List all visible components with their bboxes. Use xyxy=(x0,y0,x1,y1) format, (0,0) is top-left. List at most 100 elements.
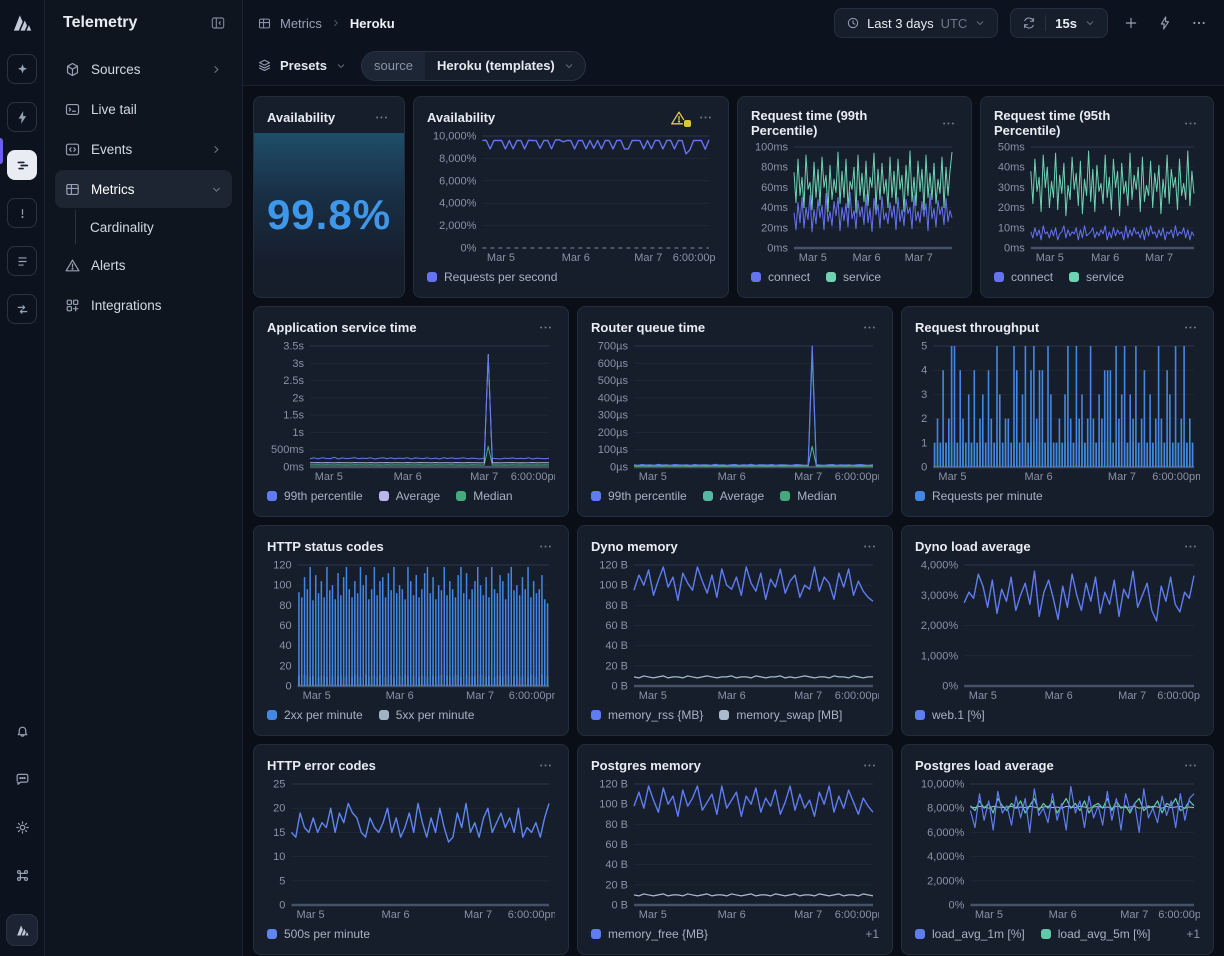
card-menu-button[interactable] xyxy=(860,318,879,337)
rail-item-shortcuts[interactable] xyxy=(7,860,37,890)
legend-label: Average xyxy=(720,489,764,503)
legend-item-99th-percentile[interactable]: 99th percentile xyxy=(267,489,363,503)
legend-item-service[interactable]: service xyxy=(826,270,881,284)
card-menu-button[interactable] xyxy=(696,108,715,127)
rail-item-flows[interactable] xyxy=(7,294,37,324)
legend-item-average[interactable]: Average xyxy=(379,489,440,503)
svg-text:50ms: 50ms xyxy=(998,142,1025,154)
svg-text:3: 3 xyxy=(921,389,927,401)
source-selector[interactable]: source Heroku (templates) xyxy=(361,51,586,81)
sidebar-item-metrics[interactable]: Metrics xyxy=(55,170,232,208)
card-menu-button[interactable] xyxy=(1181,537,1200,556)
sidebar-item-integrations[interactable]: Integrations xyxy=(55,286,232,324)
workspace-avatar[interactable] xyxy=(6,914,38,946)
stack-icon xyxy=(257,58,272,73)
legend-item-memory-rss-mb[interactable]: memory_rss {MB} xyxy=(591,708,703,722)
card-title: HTTP status codes xyxy=(267,539,528,554)
add-chart-button[interactable] xyxy=(1120,12,1142,34)
chart-plot-http-status-codes[interactable]: 020406080100120Mar 5Mar 6Mar 76:00:00pm xyxy=(267,558,555,702)
refresh-control[interactable]: 15s xyxy=(1010,8,1108,38)
card-menu-button[interactable] xyxy=(372,108,391,127)
legend-swatch xyxy=(267,710,277,720)
app: Telemetry SourcesLive tailEventsMetricsC… xyxy=(0,0,1224,956)
svg-text:100 B: 100 B xyxy=(599,580,628,592)
legend-item-average[interactable]: Average xyxy=(703,489,764,503)
legend-item-connect[interactable]: connect xyxy=(751,270,810,284)
sidebar-item-live-tail[interactable]: Live tail xyxy=(55,90,232,128)
chart-plot-router-queue-time[interactable]: 0µs100µs200µs300µs400µs500µs600µs700µsMa… xyxy=(591,339,879,483)
sidebar-item-label: Integrations xyxy=(91,298,223,313)
chart-plot-request-time-95th-percentile[interactable]: 0ms10ms20ms30ms40ms50msMar 5Mar 6Mar 7 xyxy=(994,140,1200,264)
legend-item-service[interactable]: service xyxy=(1069,270,1124,284)
legend-item-500s-per-minute[interactable]: 500s per minute xyxy=(267,927,370,941)
legend-item-median[interactable]: Median xyxy=(456,489,512,503)
rail-item-stream[interactable] xyxy=(7,150,37,180)
legend-label: Average xyxy=(396,489,440,503)
svg-text:80: 80 xyxy=(279,600,291,612)
chart-plot-postgres-memory[interactable]: 0 B20 B40 B60 B80 B100 B120 BMar 5Mar 6M… xyxy=(591,777,879,921)
legend-overflow-count[interactable]: +1 xyxy=(865,927,879,941)
more-options-button[interactable] xyxy=(1188,12,1210,34)
rail-item-sparkle[interactable] xyxy=(7,54,37,84)
chart-plot-dyno-load-average[interactable]: 0%1,000%2,000%3,000%4,000%Mar 5Mar 6Mar … xyxy=(915,558,1200,702)
sidebar-item-cardinality[interactable]: Cardinality xyxy=(75,210,232,244)
legend-item-memory-swap-mb[interactable]: memory_swap [MB] xyxy=(719,708,842,722)
chevron-down-icon xyxy=(563,60,585,72)
legend-item-memory-free-mb[interactable]: memory_free {MB} xyxy=(591,927,708,941)
rail-item-docs[interactable] xyxy=(7,246,37,276)
card-menu-button[interactable] xyxy=(860,756,879,775)
legend-item-5xx-per-minute[interactable]: 5xx per minute xyxy=(379,708,475,722)
chart-plot-dyno-memory[interactable]: 0 B20 B40 B60 B80 B100 B120 BMar 5Mar 6M… xyxy=(591,558,879,702)
card-menu-button[interactable] xyxy=(860,537,879,556)
legend-item-median[interactable]: Median xyxy=(780,489,836,503)
sidebar-item-label: Alerts xyxy=(91,258,223,273)
legend-item-load-avg-5m[interactable]: load_avg_5m [%] xyxy=(1041,927,1151,941)
collapse-sidebar-button[interactable] xyxy=(210,15,226,31)
svg-text:400µs: 400µs xyxy=(598,392,629,404)
refresh-icon[interactable] xyxy=(1022,16,1036,30)
svg-text:5: 5 xyxy=(279,875,285,887)
card-menu-button[interactable] xyxy=(536,537,555,556)
svg-text:6:00:00pm: 6:00:00pm xyxy=(835,471,879,483)
time-range-picker[interactable]: Last 3 days UTC xyxy=(834,8,998,38)
card-menu-button[interactable] xyxy=(1181,318,1200,337)
chart-plot-availability[interactable]: 0%2,000%4,000%6,000%8,000%10,000%Mar 5Ma… xyxy=(427,129,715,264)
card-title: Dyno load average xyxy=(915,539,1173,554)
chart-plot-http-error-codes[interactable]: 0510152025Mar 5Mar 6Mar 76:00:00pm xyxy=(267,777,555,921)
card-menu-button[interactable] xyxy=(1181,114,1200,133)
card-menu-button[interactable] xyxy=(1181,756,1200,775)
legend-label: 5xx per minute xyxy=(396,708,475,722)
sidebar-item-alerts[interactable]: Alerts xyxy=(55,246,232,284)
legend-item-load-avg-1m[interactable]: load_avg_1m [%] xyxy=(915,927,1025,941)
sidebar-item-sources[interactable]: Sources xyxy=(55,50,232,88)
legend-overflow-count[interactable]: +1 xyxy=(1186,927,1200,941)
legend-item-connect[interactable]: connect xyxy=(994,270,1053,284)
monitor-warning-icon[interactable] xyxy=(670,110,688,126)
card-menu-button[interactable] xyxy=(939,114,958,133)
breadcrumb-section[interactable]: Metrics xyxy=(280,16,322,31)
chart-plot-application-service-time[interactable]: 0ms500ms1s1.5s2s2.5s3s3.5sMar 5Mar 6Mar … xyxy=(267,339,555,483)
refresh-interval[interactable]: 15s xyxy=(1055,16,1077,31)
sidebar-item-events[interactable]: Events xyxy=(55,130,232,168)
svg-text:4,000%: 4,000% xyxy=(921,560,959,572)
legend-label: service xyxy=(1086,270,1124,284)
card-menu-button[interactable] xyxy=(536,756,555,775)
chart-plot-postgres-load-average[interactable]: 0%2,000%4,000%6,000%8,000%10,000%Mar 5Ma… xyxy=(915,777,1200,921)
rail-item-feedback[interactable] xyxy=(7,764,37,794)
card-menu-button[interactable] xyxy=(536,318,555,337)
legend-item-2xx-per-minute[interactable]: 2xx per minute xyxy=(267,708,363,722)
rail-item-alert[interactable] xyxy=(7,198,37,228)
chart-plot-request-time-99th-percentile[interactable]: 0ms20ms40ms60ms80ms100msMar 5Mar 6Mar 7 xyxy=(751,140,958,264)
legend-item-99th-percentile[interactable]: 99th percentile xyxy=(591,489,687,503)
legend-swatch xyxy=(379,491,389,501)
legend-item-requests-per-second[interactable]: Requests per second xyxy=(427,270,557,284)
svg-text:6:00:00pm: 6:00:00pm xyxy=(835,909,879,921)
legend-item-requests-per-minute[interactable]: Requests per minute xyxy=(915,489,1043,503)
rail-item-theme[interactable] xyxy=(7,812,37,842)
presets-dropdown[interactable]: Presets xyxy=(257,58,347,73)
rail-item-notifications[interactable] xyxy=(7,716,37,746)
quick-actions-button[interactable] xyxy=(1154,12,1176,34)
rail-item-bolt[interactable] xyxy=(7,102,37,132)
legend-item-web-1[interactable]: web.1 [%] xyxy=(915,708,985,722)
chart-plot-request-throughput[interactable]: 012345Mar 5Mar 6Mar 76:00:00pm xyxy=(915,339,1200,483)
